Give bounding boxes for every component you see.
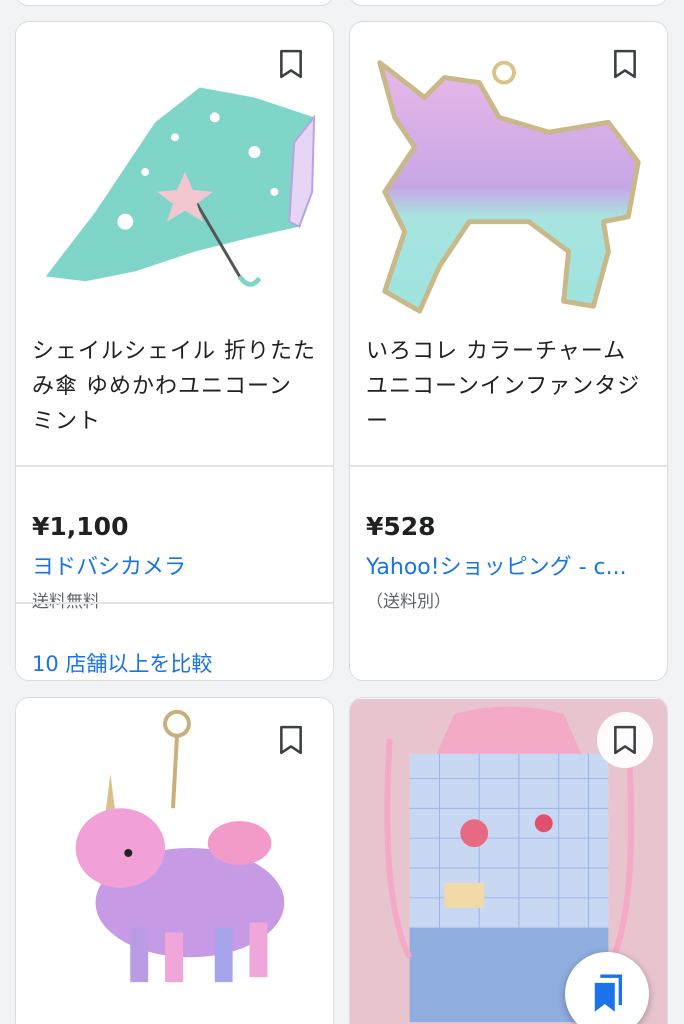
compare-stores-link[interactable]: 10 店舗以上を比較 <box>32 648 212 678</box>
product-card-charm[interactable]: いろコレ カラーチャーム ユニコーンインファンタジー ¥528 Yahoo!ショ… <box>349 21 668 681</box>
bookmark-button[interactable] <box>597 36 653 92</box>
product-title[interactable]: いろコレ カラーチャーム ユニコーンインファンタジー <box>366 334 651 439</box>
bookmark-button[interactable] <box>263 712 319 768</box>
shipping-info: （送料別） <box>366 592 451 612</box>
bookmark-button[interactable] <box>597 712 653 768</box>
bookmark-outline-icon <box>614 725 636 755</box>
product-price: ¥528 <box>366 512 436 541</box>
previous-card-right[interactable] <box>349 0 668 6</box>
product-card-umbrella[interactable]: シェイルシェイル 折りたたみ傘 ゆめかわユニコーン ミント ¥1,100 ヨドバ… <box>15 21 334 681</box>
store-link[interactable]: ヨドバシカメラ <box>32 549 186 581</box>
divider <box>16 465 333 467</box>
store-link[interactable]: Yahoo!ショッピング - c... <box>366 549 627 581</box>
product-card-plush[interactable] <box>15 697 334 1024</box>
divider <box>16 602 333 604</box>
divider <box>350 465 667 467</box>
previous-card-left[interactable] <box>15 0 334 6</box>
bookmark-outline-icon <box>280 49 302 79</box>
bookmark-filled-icon <box>594 974 622 1012</box>
shipping-info: 送料無料 <box>32 592 100 612</box>
product-price: ¥1,100 <box>32 512 129 541</box>
product-title[interactable]: シェイルシェイル 折りたたみ傘 ゆめかわユニコーン ミント <box>32 334 317 439</box>
bookmark-outline-icon <box>614 49 636 79</box>
bookmark-button[interactable] <box>263 36 319 92</box>
bookmark-outline-icon <box>280 725 302 755</box>
